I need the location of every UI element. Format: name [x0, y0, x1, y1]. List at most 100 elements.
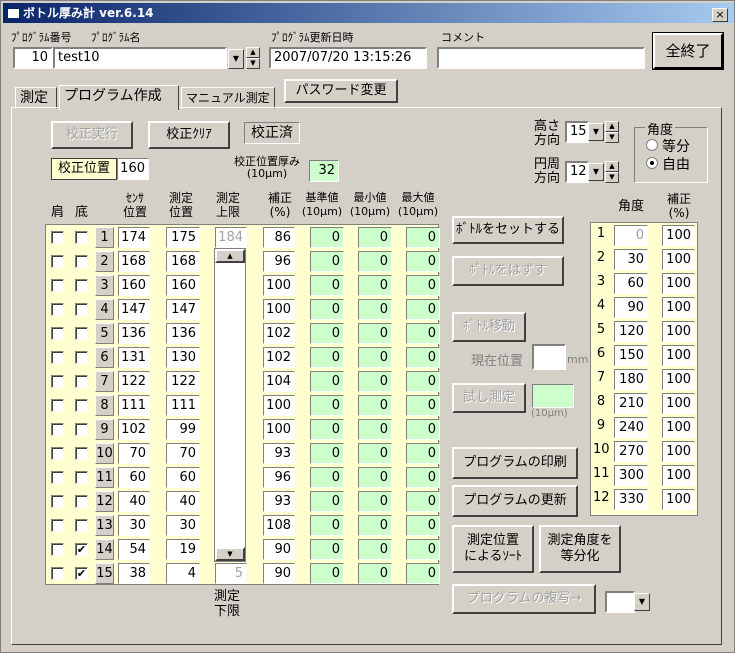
program-number-field[interactable]: 10: [13, 47, 53, 69]
sensor-position-cell[interactable]: 147: [118, 299, 150, 320]
move-bottle-button[interactable]: ﾎﾞﾄﾙ移動: [452, 312, 526, 342]
sensor-position-cell[interactable]: 168: [118, 251, 150, 272]
measure-position-cell[interactable]: 136: [166, 323, 200, 344]
sensor-position-cell[interactable]: 38: [118, 563, 150, 584]
sensor-position-cell[interactable]: 111: [118, 395, 150, 416]
correction-cell[interactable]: 96: [263, 467, 295, 488]
calib-position-field[interactable]: 160: [117, 158, 149, 180]
angle-correction-cell[interactable]: 100: [662, 489, 695, 510]
angle-cell[interactable]: 60: [614, 273, 648, 294]
comment-field[interactable]: [437, 47, 645, 69]
bottom-checkbox[interactable]: [75, 255, 88, 268]
calibrate-run-button[interactable]: 校正実行: [51, 121, 133, 149]
equal-radio[interactable]: [646, 139, 658, 151]
correction-cell[interactable]: 100: [263, 299, 295, 320]
correction-cell[interactable]: 86: [263, 227, 295, 248]
bottom-checkbox[interactable]: ✔: [75, 543, 88, 556]
shoulder-checkbox[interactable]: [51, 567, 64, 580]
correction-cell[interactable]: 104: [263, 371, 295, 392]
calibrate-clear-button[interactable]: 校正ｸﾘｱ: [148, 121, 230, 149]
angle-cell[interactable]: 90: [614, 297, 648, 318]
bottom-checkbox[interactable]: [75, 303, 88, 316]
circ-count-field[interactable]: 12: [565, 161, 589, 183]
angle-correction-cell[interactable]: 100: [662, 249, 695, 270]
sensor-position-cell[interactable]: 54: [118, 539, 150, 560]
shoulder-checkbox[interactable]: [51, 399, 64, 412]
shoulder-checkbox[interactable]: [51, 519, 64, 532]
exit-all-button[interactable]: 全終了: [652, 32, 724, 70]
correction-cell[interactable]: 93: [263, 443, 295, 464]
angle-cell[interactable]: 30: [614, 249, 648, 270]
angle-cell[interactable]: 210: [614, 393, 648, 414]
limit-scrollbar[interactable]: ▲ ▼: [214, 248, 246, 562]
upper-limit-cell[interactable]: 184: [215, 227, 247, 248]
measure-position-cell[interactable]: 70: [166, 443, 200, 464]
close-button[interactable]: ×: [712, 8, 728, 22]
update-program-button[interactable]: プログラムの更新: [452, 485, 578, 517]
angle-correction-cell[interactable]: 100: [662, 273, 695, 294]
sensor-position-cell[interactable]: 30: [118, 515, 150, 536]
tab-measure[interactable]: 測定: [15, 87, 57, 109]
height-dropdown-icon[interactable]: ▼: [588, 123, 604, 141]
free-radio[interactable]: [646, 157, 658, 169]
angle-correction-cell[interactable]: 100: [662, 345, 695, 366]
correction-cell[interactable]: 96: [263, 251, 295, 272]
bottom-checkbox[interactable]: [75, 231, 88, 244]
print-program-button[interactable]: プログラムの印刷: [452, 447, 578, 479]
angle-correction-cell[interactable]: 100: [662, 441, 695, 462]
equalize-angle-button[interactable]: 測定角度を 等分化: [539, 525, 621, 573]
measure-position-cell[interactable]: 30: [166, 515, 200, 536]
measure-position-cell[interactable]: 111: [166, 395, 200, 416]
angle-cell[interactable]: 150: [614, 345, 648, 366]
bottom-checkbox[interactable]: [75, 327, 88, 340]
shoulder-checkbox[interactable]: [51, 495, 64, 508]
shoulder-checkbox[interactable]: [51, 423, 64, 436]
program-name-field[interactable]: test10: [53, 47, 227, 69]
shoulder-checkbox[interactable]: [51, 543, 64, 556]
program-spinner[interactable]: ▲ ▼: [246, 47, 260, 69]
circ-dropdown-icon[interactable]: ▼: [588, 163, 604, 181]
sensor-position-cell[interactable]: 60: [118, 467, 150, 488]
angle-cell[interactable]: 240: [614, 417, 648, 438]
shoulder-checkbox[interactable]: [51, 471, 64, 484]
measure-position-cell[interactable]: 130: [166, 347, 200, 368]
shoulder-checkbox[interactable]: [51, 375, 64, 388]
shoulder-checkbox[interactable]: [51, 303, 64, 316]
shoulder-checkbox[interactable]: [51, 231, 64, 244]
angle-cell[interactable]: 180: [614, 369, 648, 390]
bottom-checkbox[interactable]: [75, 519, 88, 532]
angle-correction-cell[interactable]: 100: [662, 225, 695, 246]
bottom-checkbox[interactable]: [75, 447, 88, 460]
sensor-position-cell[interactable]: 40: [118, 491, 150, 512]
remove-bottle-button[interactable]: ﾎﾞﾄﾙをはずす: [452, 256, 564, 286]
height-spinner[interactable]: ▲ ▼: [605, 121, 619, 143]
change-password-button[interactable]: パスワード変更: [284, 79, 398, 103]
shoulder-checkbox[interactable]: [51, 351, 64, 364]
set-bottle-button[interactable]: ﾎﾞﾄﾙをセットする: [452, 216, 564, 244]
correction-cell[interactable]: 102: [263, 347, 295, 368]
angle-cell[interactable]: 0: [614, 225, 648, 246]
measure-position-cell[interactable]: 122: [166, 371, 200, 392]
correction-cell[interactable]: 108: [263, 515, 295, 536]
height-count-field[interactable]: 15: [565, 121, 589, 143]
scroll-down-icon[interactable]: ▼: [215, 547, 245, 561]
sensor-position-cell[interactable]: 122: [118, 371, 150, 392]
angle-cell[interactable]: 330: [614, 489, 648, 510]
shoulder-checkbox[interactable]: [51, 447, 64, 460]
shoulder-checkbox[interactable]: [51, 327, 64, 340]
angle-correction-cell[interactable]: 100: [662, 393, 695, 414]
sensor-position-cell[interactable]: 70: [118, 443, 150, 464]
bottom-checkbox[interactable]: [75, 279, 88, 292]
shoulder-checkbox[interactable]: [51, 255, 64, 268]
bottom-checkbox[interactable]: ✔: [75, 567, 88, 580]
copy-target-field[interactable]: [605, 591, 635, 613]
angle-correction-cell[interactable]: 100: [662, 465, 695, 486]
angle-cell[interactable]: 120: [614, 321, 648, 342]
measure-position-cell[interactable]: 4: [166, 563, 200, 584]
lower-limit-cell[interactable]: 5: [215, 563, 247, 584]
program-name-dropdown-icon[interactable]: ▼: [228, 49, 244, 69]
correction-cell[interactable]: 90: [263, 539, 295, 560]
correction-cell[interactable]: 90: [263, 563, 295, 584]
measure-position-cell[interactable]: 160: [166, 275, 200, 296]
shoulder-checkbox[interactable]: [51, 279, 64, 292]
